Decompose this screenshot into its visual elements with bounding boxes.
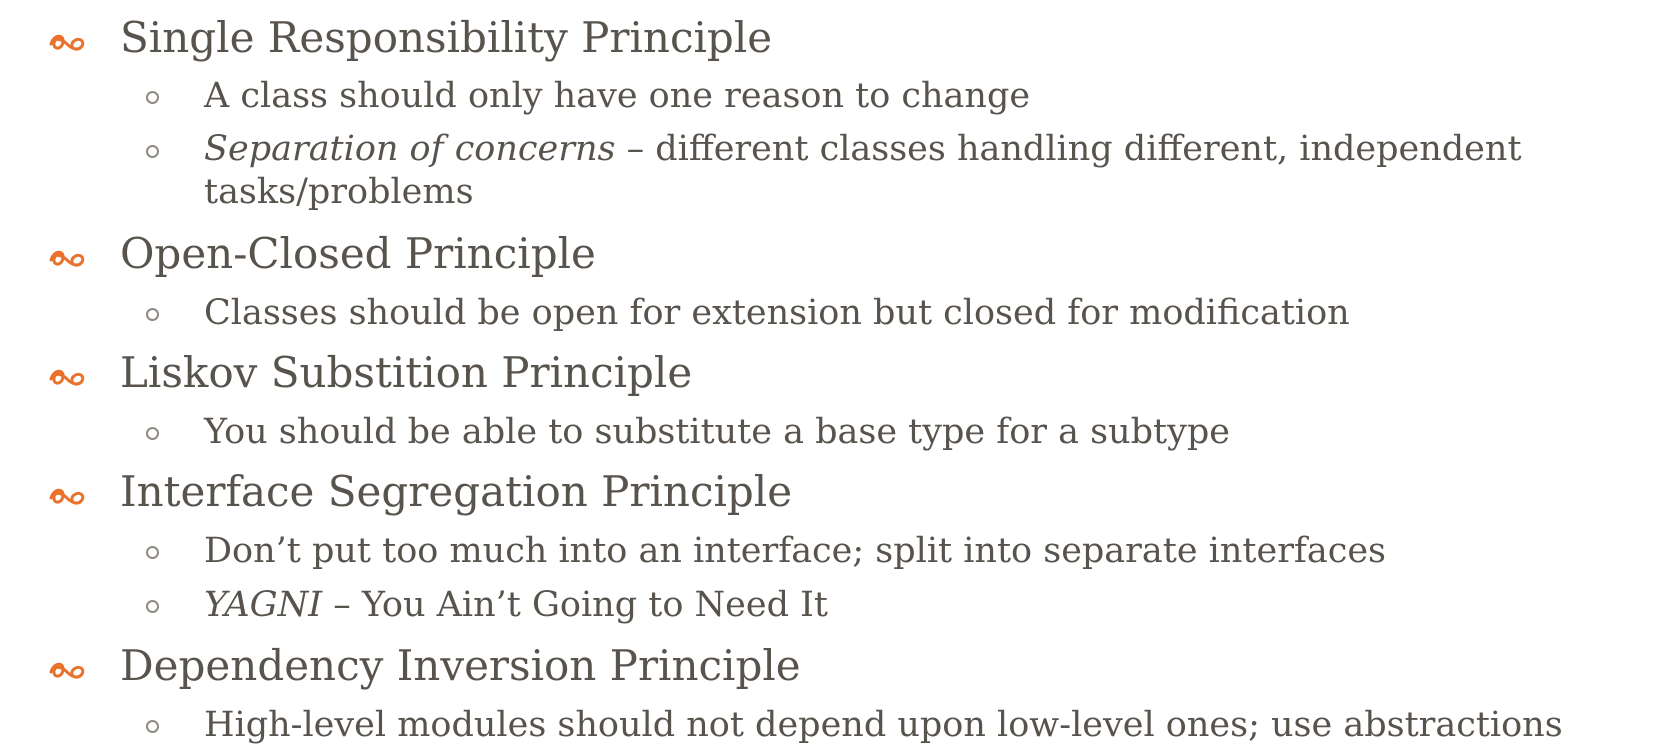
principle-title: Liskov Substition Principle bbox=[120, 348, 693, 397]
principle-point: You should be able to substitute a base … bbox=[204, 412, 1230, 452]
scroll-flourish-icon bbox=[49, 250, 85, 267]
slide-body: Single Responsibility Principle A class … bbox=[0, 0, 1663, 753]
hollow-circle-icon bbox=[146, 91, 159, 104]
scroll-flourish-icon bbox=[49, 369, 85, 386]
principle-point: Separation of concerns – different class… bbox=[204, 129, 1522, 212]
hollow-circle-icon bbox=[146, 145, 159, 158]
principle-point: YAGNI – You Ain’t Going to Need It bbox=[204, 585, 828, 625]
hollow-circle-icon bbox=[146, 427, 159, 440]
principle-title: Open-Closed Principle bbox=[120, 229, 596, 278]
hollow-circle-icon bbox=[146, 600, 159, 613]
principle-title: Single Responsibility Principle bbox=[120, 13, 773, 62]
principle-point: Classes should be open for extension but… bbox=[204, 293, 1350, 333]
hollow-circle-icon bbox=[146, 308, 159, 321]
scroll-flourish-icon bbox=[49, 488, 85, 505]
hollow-circle-icon bbox=[146, 720, 159, 733]
principle-point: Don’t put too much into an interface; sp… bbox=[204, 531, 1387, 571]
hollow-circle-icon bbox=[146, 546, 159, 559]
scroll-flourish-icon bbox=[49, 34, 85, 51]
principle-point: High-level modules should not depend upo… bbox=[204, 705, 1563, 745]
principle-title: Interface Segregation Principle bbox=[120, 467, 793, 516]
principle-title: Dependency Inversion Principle bbox=[120, 641, 801, 690]
principle-point: A class should only have one reason to c… bbox=[204, 76, 1031, 116]
scroll-flourish-icon bbox=[49, 662, 85, 679]
